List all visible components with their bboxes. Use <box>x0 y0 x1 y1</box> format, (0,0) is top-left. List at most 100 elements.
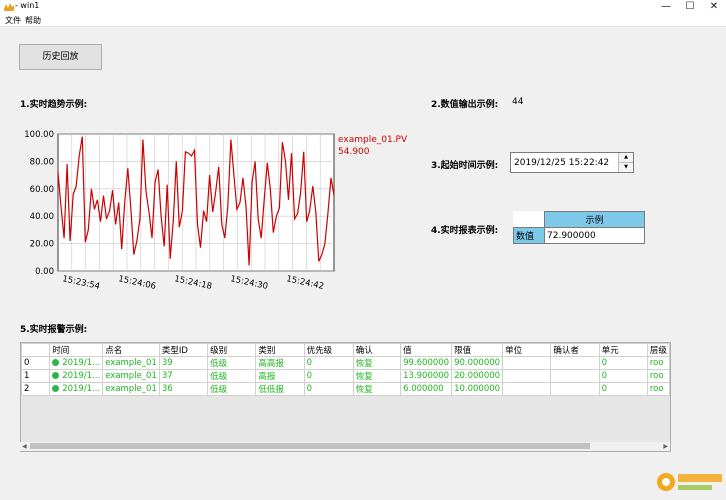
grid-cell[interactable]: 低低报 <box>255 382 305 396</box>
spin-down-icon[interactable]: ▼ <box>618 163 633 172</box>
grid-cell-text: 6.000000 <box>403 384 444 394</box>
grid-cell[interactable]: 高报 <box>255 369 305 383</box>
x-tick-label: 15:23:54 <box>61 274 100 292</box>
grid-cell-text: 2019/1... <box>62 358 101 368</box>
grid-cell[interactable] <box>550 356 600 370</box>
grid-cell[interactable]: roo <box>646 369 670 383</box>
grid-cell-text: roo <box>649 371 664 381</box>
grid-column-header[interactable]: 单元 <box>598 343 648 357</box>
grid-cell[interactable]: 低级 <box>207 382 257 396</box>
grid-cell-text: 39 <box>161 358 173 368</box>
grid-cell[interactable] <box>502 369 552 383</box>
grid-column-header[interactable]: 单位 <box>502 343 552 357</box>
grid-cell[interactable]: 0 <box>598 382 648 396</box>
grid-cell[interactable]: 低级 <box>207 356 257 370</box>
grid-cell[interactable]: roo <box>646 356 670 370</box>
grid-cell-text: 高高报 <box>258 359 284 369</box>
grid-corner <box>21 343 51 357</box>
grid-cell-text: 高报 <box>258 372 276 382</box>
grid-cell[interactable]: 90.000000 <box>451 356 504 370</box>
grid-cell[interactable]: 0 <box>303 369 354 383</box>
start-time-value[interactable]: 2019/12/25 15:22:42 <box>514 158 609 168</box>
series-name-label: example_01.PV <box>338 135 408 145</box>
grid-cell[interactable]: 37 <box>158 369 209 383</box>
alarm-grid[interactable]: 时间 点名 类型ID 级别 类别 优先级 确认值限值 单位 确认者 单元 层级 0 2019/1...… <box>20 342 671 452</box>
status-ok-icon <box>52 359 60 366</box>
realtime-report-table: 示例 数值 72.900000 <box>513 211 645 244</box>
grid-column-header[interactable]: 层级 <box>646 343 670 357</box>
grid-cell[interactable]: 13.900000 <box>400 369 453 383</box>
grid-cell[interactable]: 恢复 <box>352 356 402 370</box>
table-row[interactable]: 1 2019/1... example_01 37 低级 高报 0 恢复 13.900000 20… <box>21 369 670 383</box>
grid-cell[interactable]: 0 <box>598 369 648 383</box>
grid-cell[interactable]: 高高报 <box>255 356 305 370</box>
grid-cell[interactable] <box>502 356 552 370</box>
grid-cell[interactable] <box>550 382 600 396</box>
report-cell[interactable]: 72.900000 <box>544 227 645 244</box>
y-tick-label: 20.00 <box>30 240 54 250</box>
grid-cell[interactable]: 99.600000 <box>400 356 453 370</box>
grid-cell[interactable] <box>550 369 600 383</box>
grid-cell-text: 0 <box>601 384 607 394</box>
grid-cell[interactable] <box>502 382 552 396</box>
table-row[interactable]: 2 2019/1... example_01 36 低级 低低报 0 恢复 6.000000 10… <box>21 382 670 396</box>
table-row[interactable]: 0 2019/1... example_01 39 低级 高高报 0 恢复 99.600000 9… <box>21 356 670 370</box>
scroll-left-icon[interactable]: ◀ <box>22 442 27 451</box>
grid-cell-text: example_01 <box>105 358 157 368</box>
start-time-picker[interactable]: 2019/12/25 15:22:42 ▲ ▼ <box>510 152 634 173</box>
grid-cell-text: 10.000000 <box>454 384 501 394</box>
grid-cell[interactable]: 2019/1... <box>49 356 104 370</box>
status-ok-icon <box>52 372 60 379</box>
grid-column-header[interactable]: 类型ID <box>158 343 209 357</box>
row-index: 0 <box>21 356 51 370</box>
grid-column-header[interactable]: 限值 <box>451 343 504 357</box>
grid-cell[interactable]: 恢复 <box>352 382 402 396</box>
grid-cell[interactable]: 低级 <box>207 369 257 383</box>
grid-cell-text: example_01 <box>105 371 157 381</box>
y-tick-label: 60.00 <box>30 185 54 195</box>
grid-column-header[interactable]: 时间 <box>49 343 104 357</box>
horizontal-scrollbar[interactable]: ◀ ▶ <box>20 442 670 451</box>
grid-cell[interactable]: 0 <box>303 356 354 370</box>
grid-cell-text: roo <box>649 384 664 394</box>
grid-column-header[interactable]: 值 <box>400 343 453 357</box>
trend-chart: 100.00 80.00 60.00 40.00 20.00 0.00 15:23:54 1… <box>24 130 408 292</box>
grid-column-header[interactable]: 优先级 <box>303 343 354 357</box>
grid-column-header[interactable]: 级别 <box>207 343 257 357</box>
grid-cell[interactable]: 39 <box>158 356 209 370</box>
grid-cell-text: 低低报 <box>258 385 284 395</box>
grid-cell[interactable]: example_01 <box>102 382 160 396</box>
alarm-section-label: 5.实时报警示例: <box>20 325 88 335</box>
grid-cell-text: 0 <box>306 384 313 394</box>
grid-cell[interactable]: 2019/1... <box>49 382 104 396</box>
grid-cell[interactable]: 36 <box>158 382 209 396</box>
report-row-header: 数值 <box>513 227 545 244</box>
grid-cell-text: 2019/1... <box>62 384 101 394</box>
grid-cell-text: 0 <box>601 371 607 381</box>
grid-cell[interactable]: 2019/1... <box>49 369 104 383</box>
grid-cell-text: 低级 <box>210 359 228 369</box>
grid-cell-text: 低级 <box>210 372 228 382</box>
grid-column-header[interactable]: 类别 <box>255 343 305 357</box>
grid-cell-text: example_01 <box>105 384 157 394</box>
series-current-value: 54.900 <box>338 147 370 157</box>
grid-cell[interactable]: 0 <box>598 356 648 370</box>
grid-cell[interactable]: 0 <box>303 382 354 396</box>
grid-cell[interactable]: example_01 <box>102 356 160 370</box>
grid-cell-text: 90.000000 <box>454 358 501 368</box>
watermark-logo <box>657 473 722 491</box>
scroll-thumb[interactable] <box>30 443 590 449</box>
grid-cell[interactable]: 恢复 <box>352 369 402 383</box>
grid-cell[interactable]: roo <box>646 382 670 396</box>
scroll-right-icon[interactable]: ▶ <box>663 442 668 451</box>
grid-column-header[interactable]: 确认 <box>352 343 402 357</box>
report-column-header: 示例 <box>544 211 645 228</box>
grid-cell[interactable]: 6.000000 <box>400 382 453 396</box>
grid-cell[interactable]: 20.000000 <box>451 369 504 383</box>
grid-cell[interactable]: example_01 <box>102 369 160 383</box>
grid-column-header[interactable]: 点名 <box>102 343 160 357</box>
grid-cell[interactable]: 10.000000 <box>451 382 504 396</box>
grid-cell-text: 99.600000 <box>403 358 450 368</box>
spin-up-icon[interactable]: ▲ <box>618 153 633 163</box>
grid-column-header[interactable]: 确认者 <box>550 343 600 357</box>
